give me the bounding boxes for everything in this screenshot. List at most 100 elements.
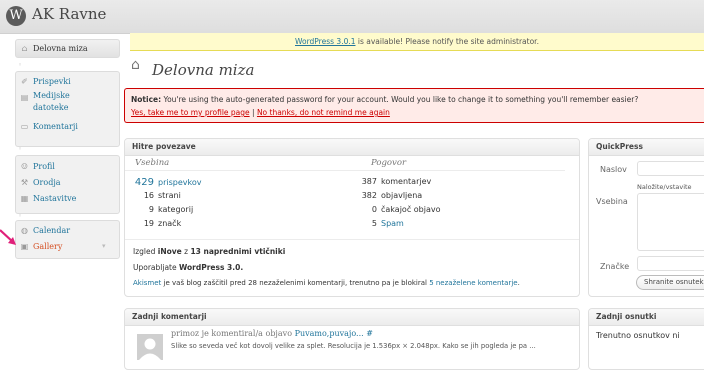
widget-title[interactable]: QuickPress xyxy=(589,139,704,156)
stat-label: objavljena xyxy=(381,191,423,200)
list-item[interactable]: 429 prispevkov xyxy=(125,177,355,191)
title-input[interactable] xyxy=(637,161,704,176)
tags-label: Značke xyxy=(600,262,630,271)
stat-label: strani xyxy=(158,191,181,200)
dashboard-home-icon: ⌂ xyxy=(131,57,140,73)
chevron-down-icon[interactable]: ▾ xyxy=(102,239,106,254)
notice-label: Notice: xyxy=(131,95,162,104)
discussion-heading: Pogovor xyxy=(371,158,407,168)
sidebar-dashboard-box: ⌂ Delovna miza xyxy=(15,39,120,58)
drafts-empty-text: Trenutno osnutkov ni xyxy=(596,331,680,340)
calendar-icon: ◍ xyxy=(21,226,28,235)
pin-icon: ✐ xyxy=(21,77,28,86)
settings-icon: ▦ xyxy=(20,194,29,203)
divider xyxy=(125,239,579,240)
notice-text: You're using the auto-generated password… xyxy=(161,95,639,104)
sidebar-item-label: Prispevki xyxy=(33,77,71,86)
sidebar-item-gallery[interactable]: ▣ Gallery ▾ xyxy=(16,239,119,254)
sidebar-item-comments[interactable]: ▭ Komentarji xyxy=(16,119,119,134)
sidebar-content-box: ✐ Prispevki ▤ Medijske datoteke ▭ Koment… xyxy=(15,71,120,147)
notice-message: Notice: You're using the auto-generated … xyxy=(131,95,638,104)
widget-title[interactable]: Hitre povezave xyxy=(125,139,579,156)
comment-author: primoz xyxy=(171,329,200,338)
sidebar-item-label: Komentarji xyxy=(33,122,78,131)
list-item[interactable]: 16 strani xyxy=(125,191,355,205)
page-title: Delovna miza xyxy=(152,61,255,79)
admin-header: W AK Ravne xyxy=(0,0,704,34)
stat-number: 19 xyxy=(143,219,154,228)
menu-separator: ◦ xyxy=(18,212,23,220)
sidebar-plugins-box: ◍ Calendar ▣ Gallery ▾ xyxy=(15,220,120,259)
dismiss-notice-link[interactable]: No thanks, do not remind me again xyxy=(257,108,390,117)
tags-input[interactable] xyxy=(637,256,704,271)
version-number: WordPress 3.0. xyxy=(178,263,244,272)
list-item[interactable]: 19 značk xyxy=(125,219,355,233)
upload-insert-label[interactable]: Naložite/vstavite xyxy=(637,183,692,191)
home-icon: ⌂ xyxy=(21,44,28,53)
akismet-info: Akismet je vaš blog zaščitil pred 28 nez… xyxy=(133,279,520,287)
stat-label: kategorij xyxy=(158,205,194,214)
content-label: Vsebina xyxy=(596,197,628,206)
content-stats: 429 prispevkov 16 strani 9 kategorij 19 … xyxy=(125,177,355,233)
recent-comments-widget: Zadnji komentarji primoz je komentiral/a… xyxy=(124,308,580,370)
sidebar-item-label: Orodja xyxy=(33,178,61,187)
update-notice-text: is available! Please notify the site adm… xyxy=(355,37,539,46)
pointer-arrow-icon xyxy=(0,229,16,245)
right-now-widget: Hitre povezave Vsebina Pogovor 429 prisp… xyxy=(124,138,580,297)
sidebar-item-calendar[interactable]: ◍ Calendar xyxy=(16,223,119,238)
stat-number: 16 xyxy=(143,191,154,200)
widget-title[interactable]: Zadnji osnutki xyxy=(589,309,704,326)
update-link[interactable]: WordPress 3.0.1 xyxy=(295,37,355,46)
menu-separator: ◦ xyxy=(18,61,23,69)
stat-number: 429 xyxy=(134,177,154,188)
version-info: Uporabljate WordPress 3.0. xyxy=(133,263,243,272)
password-notice: Notice: You're using the auto-generated … xyxy=(124,88,704,123)
avatar xyxy=(137,334,163,360)
site-title[interactable]: AK Ravne xyxy=(32,5,106,23)
sidebar-item-settings[interactable]: ▦ Nastavitve xyxy=(16,191,119,206)
title-label: Naslov xyxy=(600,165,627,174)
sidebar-item-dashboard[interactable]: ⌂ Delovna miza xyxy=(16,41,119,56)
stat-number: 9 xyxy=(148,205,154,214)
sidebar-item-tools[interactable]: ⚒ Orodja xyxy=(16,175,119,190)
content-textarea[interactable] xyxy=(637,193,704,251)
spam-link[interactable]: 5 nezaželene komentarje xyxy=(429,279,517,287)
comment-post-link[interactable]: Puvamo,puvajo... xyxy=(295,329,364,338)
media-icon: ▤ xyxy=(20,93,29,102)
comment-excerpt: Slike so seveda več kot dovolj velike za… xyxy=(171,342,536,350)
stat-label: značk xyxy=(158,219,182,228)
profile-page-link[interactable]: Yes, take me to my profile page xyxy=(131,108,250,117)
divider xyxy=(125,170,565,171)
sidebar-item-posts[interactable]: ✐ Prispevki xyxy=(16,74,119,89)
theme-name: iNove xyxy=(157,247,182,256)
save-draft-button[interactable]: Shranite osnutek xyxy=(636,275,704,290)
version-prefix: Uporabljate xyxy=(133,263,179,272)
tools-icon: ⚒ xyxy=(20,178,29,187)
stat-label: čakajoč objavo xyxy=(381,205,441,214)
wordpress-logo-icon: W xyxy=(6,6,26,26)
comment-meta: primoz je komentiral/a objavo Puvamo,puv… xyxy=(171,329,373,338)
sidebar-admin-box: ☺ Profil ⚒ Orodja ▦ Nastavitve xyxy=(15,155,120,214)
list-item[interactable]: 0 čakajoč objavo xyxy=(357,205,567,219)
list-item[interactable]: 5 Spam xyxy=(357,219,567,233)
sidebar-item-media[interactable]: ▤ Medijske datoteke xyxy=(16,90,119,118)
list-item[interactable]: 387 komentarjev xyxy=(357,177,567,191)
sidebar-item-profile[interactable]: ☺ Profil xyxy=(16,159,119,174)
discussion-stats: 387 komentarjev 382 objavljena 0 čakajoč… xyxy=(357,177,567,233)
users-icon: ☺ xyxy=(20,162,29,171)
notice-links: Yes, take me to my profile page | No tha… xyxy=(131,108,390,117)
sidebar-item-label: Medijske xyxy=(33,91,70,100)
list-item[interactable]: 382 objavljena xyxy=(357,191,567,205)
comment-hash-link[interactable]: # xyxy=(364,329,373,338)
default-avatar-icon xyxy=(139,338,161,360)
akismet-link[interactable]: Akismet xyxy=(133,279,161,287)
quickpress-widget: QuickPress Naslov Naložite/vstavite Vseb… xyxy=(588,138,704,297)
sidebar-item-label: Delovna miza xyxy=(33,44,88,53)
list-item[interactable]: 9 kategorij xyxy=(125,205,355,219)
theme-prefix: Izgled xyxy=(133,247,158,256)
stat-number: 5 xyxy=(371,219,377,228)
stat-label: Spam xyxy=(381,219,404,228)
sidebar-item-label: Gallery xyxy=(33,242,63,251)
akismet-text: je vaš blog zaščitil pred 28 nezaželenim… xyxy=(161,279,430,287)
widget-title[interactable]: Zadnji komentarji xyxy=(125,309,579,326)
